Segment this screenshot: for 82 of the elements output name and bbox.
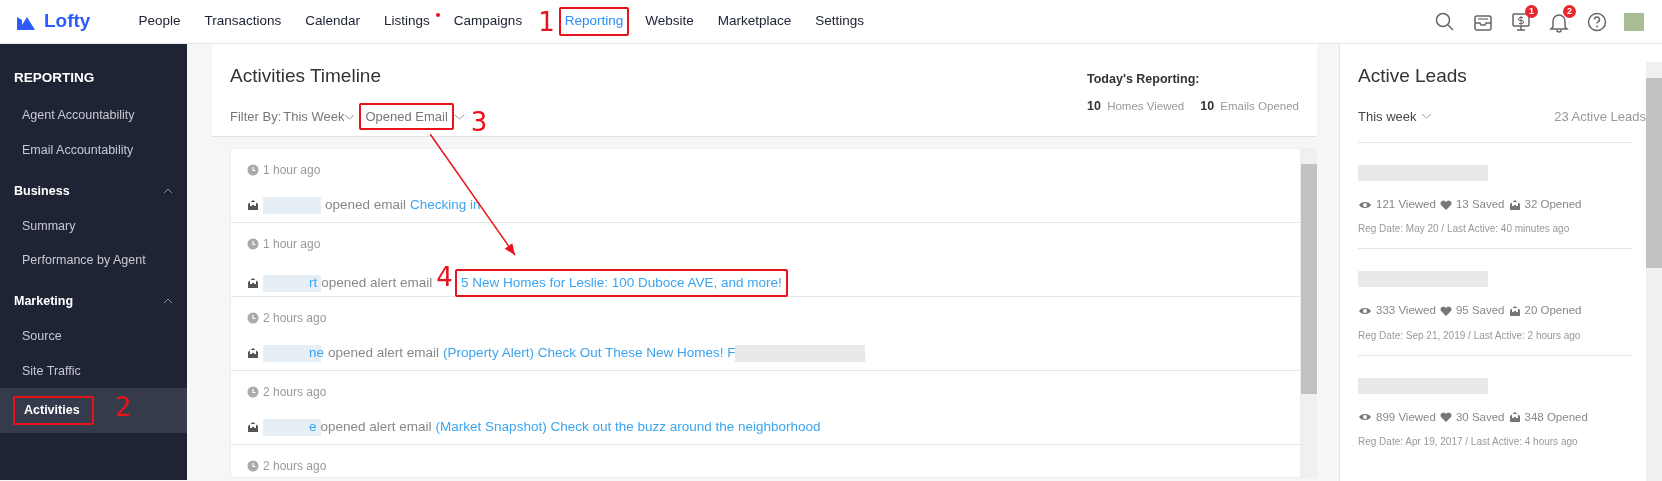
saved-count: 30 Saved <box>1455 409 1505 425</box>
lead-dates: Reg Date: May 20 / Last Active: 40 minutes ago <box>1358 222 1571 237</box>
stat-text: 10 Emails Opened <box>1200 97 1299 115</box>
caret-icon <box>1420 113 1432 120</box>
saved-count: 13 Saved <box>1455 197 1505 212</box>
redacted-name <box>263 196 321 214</box>
chevron-up-icon[interactable] <box>163 188 173 195</box>
help-icon[interactable] <box>1586 10 1608 33</box>
viewed-count: 121 Viewed <box>1376 197 1436 212</box>
nav-tab[interactable]: Listings <box>376 7 438 36</box>
activity-text: opened alert email <box>320 418 432 436</box>
scrollbar[interactable] <box>1646 62 1662 481</box>
nav-tab[interactable]: Transactions <box>196 7 290 36</box>
sidebar-item[interactable]: Performance by Agent <box>0 243 187 278</box>
lead-dates: Reg Date: Sep 21, 2019 / Last Active: 2 hours ago <box>1358 328 1582 343</box>
clock-icon <box>247 312 259 324</box>
sidebar-item[interactable]: Email Accountability <box>0 133 187 168</box>
envelope-icon <box>247 277 259 290</box>
section-heading: Business <box>14 182 70 200</box>
callout-number: 4 <box>436 264 453 291</box>
envelope-icon <box>1508 198 1521 211</box>
sidebar-heading: REPORTING <box>13 69 96 87</box>
caret-icon <box>344 113 356 120</box>
lead-count: 23 Active Leads <box>1554 107 1646 126</box>
panel-title: Active Leads <box>1358 64 1468 88</box>
nav-tab[interactable]: People <box>130 7 189 36</box>
nav-tab[interactable]: Settings <box>807 7 873 36</box>
viewed-count: 899 Viewed <box>1376 409 1436 425</box>
clock-icon <box>247 460 259 472</box>
count-badge: 2 <box>1563 4 1576 18</box>
time-ago: 2 hours ago <box>263 384 327 401</box>
page-title: Activities Timeline <box>230 64 382 88</box>
period-dropdown[interactable]: This week <box>1358 106 1432 126</box>
nav-tab[interactable]: Calendar <box>297 7 369 36</box>
filter-label: Filter By: <box>230 107 282 126</box>
opened-count: 348 Opened <box>1524 409 1588 425</box>
saved-count: 95 Saved <box>1455 303 1505 319</box>
sidebar-item[interactable]: Agent Accountability <box>0 98 187 133</box>
callout-number: 2 <box>115 394 132 421</box>
clock-icon <box>247 164 259 176</box>
time-ago: 1 hour ago <box>263 236 321 253</box>
nav-tab[interactable]: Marketplace <box>709 7 800 36</box>
envelope-icon <box>247 199 259 212</box>
scrollbar[interactable] <box>1301 148 1317 478</box>
monitor-dollar-icon[interactable] <box>1510 10 1532 33</box>
filter-dropdown[interactable]: This Week <box>281 106 358 127</box>
activity-text: opened alert email <box>321 274 433 292</box>
time-ago: 2 hours ago <box>263 458 327 475</box>
nav-tab[interactable]: Website <box>637 7 702 36</box>
lead-dates: Reg Date: Apr 19, 2017 / Last Active: 4 hours ago <box>1358 434 1579 449</box>
redacted-name <box>263 418 321 436</box>
redacted-name <box>263 274 321 292</box>
sidebar-item[interactable]: Source <box>0 318 187 354</box>
stat-text: 10 Homes Viewed <box>1087 97 1185 115</box>
sidebar-item[interactable]: Site Traffic <box>0 353 187 389</box>
time-ago: 1 hour ago <box>263 162 321 179</box>
envelope-icon <box>1508 304 1521 317</box>
heart-icon <box>1439 198 1452 211</box>
count-badge: 1 <box>1525 4 1538 18</box>
time-ago: 2 hours ago <box>263 310 327 327</box>
opened-count: 32 Opened <box>1524 197 1582 212</box>
envelope-icon <box>247 421 259 434</box>
sidebar-item[interactable]: Summary <box>0 208 187 244</box>
clock-icon <box>247 386 259 398</box>
brand-name: Lofty <box>44 9 91 34</box>
nav-tab[interactable]: Campaigns <box>445 7 531 36</box>
today-heading: Today's Reporting: <box>1087 71 1201 88</box>
heart-icon <box>1439 304 1452 317</box>
clock-icon <box>247 238 259 250</box>
envelope-icon <box>1508 411 1521 424</box>
activity-text: opened email <box>325 196 407 214</box>
section-heading: Marketing <box>14 293 74 310</box>
search-icon[interactable] <box>1434 10 1456 33</box>
callout-number: 1 <box>538 8 555 35</box>
activity-text: opened alert email <box>328 344 440 362</box>
caret-icon <box>453 113 465 120</box>
heart-icon <box>1439 411 1452 424</box>
opened-count: 20 Opened <box>1524 303 1582 319</box>
envelope-icon <box>247 347 259 360</box>
viewed-count: 333 Viewed <box>1376 303 1436 319</box>
chevron-up-icon[interactable] <box>163 298 173 305</box>
callout-number: 3 <box>470 108 488 135</box>
